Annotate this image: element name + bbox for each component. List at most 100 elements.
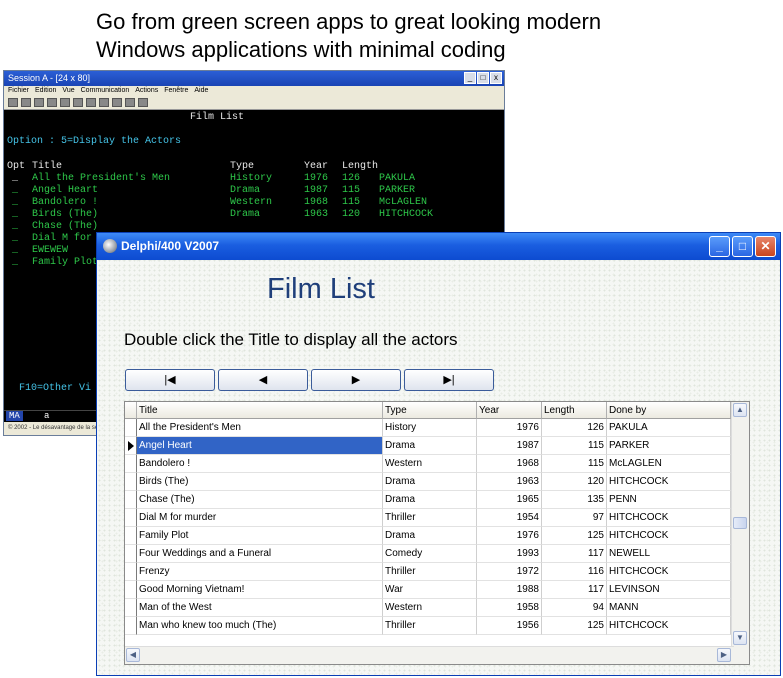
emulator-maximize-button[interactable]: □ (477, 72, 489, 84)
row-indicator[interactable] (125, 509, 137, 527)
cell-year[interactable]: 1987 (477, 437, 542, 455)
cell-title[interactable]: Dial M for murder (137, 509, 383, 527)
table-row[interactable]: Birds (The) Drama 1963 120 HITCHCOCK (125, 473, 731, 491)
row-indicator[interactable] (125, 563, 137, 581)
receive-icon[interactable] (60, 98, 70, 107)
cell-title[interactable]: Good Morning Vietnam! (137, 581, 383, 599)
table-row[interactable]: Chase (The) Drama 1965 135 PENN (125, 491, 731, 509)
film-grid[interactable]: Title Type Year Length Done by All the P… (124, 401, 750, 665)
cell-done-by[interactable]: PARKER (607, 437, 731, 455)
table-row[interactable]: Good Morning Vietnam! War 1988 117 LEVINSON (125, 581, 731, 599)
cell-title[interactable]: Birds (The) (137, 473, 383, 491)
opt-field[interactable]: _ (12, 185, 18, 196)
table-row[interactable]: All the President's Men History 1976 126 PAK… (125, 419, 731, 437)
row-indicator[interactable] (125, 491, 137, 509)
cell-length[interactable]: 126 (542, 419, 607, 437)
cell-length[interactable]: 120 (542, 473, 607, 491)
table-row[interactable]: Dial M for murder Thriller 1954 97 HITCHCOCK (125, 509, 731, 527)
display-icon[interactable] (73, 98, 83, 107)
cell-type[interactable]: Thriller (383, 509, 477, 527)
cell-year[interactable]: 1956 (477, 617, 542, 635)
macro-icon[interactable] (99, 98, 109, 107)
cell-title[interactable]: Family Plot (137, 527, 383, 545)
menu-vue[interactable]: Vue (62, 86, 74, 96)
cell-type[interactable]: Drama (383, 437, 477, 455)
cell-title[interactable]: Man who knew too much (The) (137, 617, 383, 635)
column-header-length[interactable]: Length (542, 402, 607, 419)
cell-type[interactable]: Drama (383, 491, 477, 509)
table-row[interactable]: Bandolero ! Western 1968 115 McLAGLEN (125, 455, 731, 473)
minimize-button[interactable]: _ (709, 236, 730, 257)
opt-field[interactable]: _ (12, 197, 18, 208)
play-icon[interactable] (112, 98, 122, 107)
stop-icon[interactable] (125, 98, 135, 107)
opt-field[interactable]: _ (12, 233, 18, 244)
cell-type[interactable]: Western (383, 455, 477, 473)
scroll-thumb[interactable] (733, 517, 747, 529)
cell-title[interactable]: Bandolero ! (137, 455, 383, 473)
cell-done-by[interactable]: HITCHCOCK (607, 527, 731, 545)
opt-field[interactable]: _ (12, 245, 18, 256)
opt-field[interactable]: _ (12, 209, 18, 220)
column-header-title[interactable]: Title (137, 402, 383, 419)
first-record-button[interactable]: |◀ (125, 369, 215, 391)
table-row[interactable]: Family Plot Drama 1976 125 HITCHCOCK (125, 527, 731, 545)
table-row[interactable]: Man who knew too much (The) Thriller 1956 1… (125, 617, 731, 635)
send-icon[interactable] (47, 98, 57, 107)
cell-done-by[interactable]: MANN (607, 599, 731, 617)
row-indicator[interactable] (125, 437, 137, 455)
row-indicator[interactable] (125, 455, 137, 473)
cell-year[interactable]: 1972 (477, 563, 542, 581)
scroll-left-icon[interactable]: ◀ (126, 648, 140, 662)
row-indicator[interactable] (125, 599, 137, 617)
cell-type[interactable]: Drama (383, 473, 477, 491)
horizontal-scrollbar[interactable]: ◀ ▶ (125, 646, 734, 664)
scroll-down-icon[interactable]: ▼ (733, 631, 747, 645)
paste-icon[interactable] (34, 98, 44, 107)
table-row[interactable]: Angel Heart Drama 1987 115 PARKER (125, 437, 731, 455)
cell-year[interactable]: 1993 (477, 545, 542, 563)
cell-type[interactable]: History (383, 419, 477, 437)
close-button[interactable]: ✕ (755, 236, 776, 257)
cell-length[interactable]: 117 (542, 545, 607, 563)
cell-type[interactable]: Comedy (383, 545, 477, 563)
cell-done-by[interactable]: PENN (607, 491, 731, 509)
column-header-done-by[interactable]: Done by (607, 402, 731, 419)
cell-year[interactable]: 1965 (477, 491, 542, 509)
cell-done-by[interactable]: NEWELL (607, 545, 731, 563)
cell-length[interactable]: 115 (542, 437, 607, 455)
menu-aide[interactable]: Aide (194, 86, 208, 96)
opt-field[interactable]: _ (12, 221, 18, 232)
cell-type[interactable]: War (383, 581, 477, 599)
emulator-minimize-button[interactable]: _ (464, 72, 476, 84)
row-indicator[interactable] (125, 617, 137, 635)
cell-done-by[interactable]: HITCHCOCK (607, 617, 731, 635)
cell-length[interactable]: 135 (542, 491, 607, 509)
cell-title[interactable]: Four Weddings and a Funeral (137, 545, 383, 563)
row-indicator[interactable] (125, 527, 137, 545)
cell-year[interactable]: 1963 (477, 473, 542, 491)
table-row[interactable]: Frenzy Thriller 1972 116 HITCHCOCK (125, 563, 731, 581)
cell-year[interactable]: 1958 (477, 599, 542, 617)
cell-done-by[interactable]: PAKULA (607, 419, 731, 437)
next-record-button[interactable]: ▶ (311, 369, 401, 391)
cell-done-by[interactable]: HITCHCOCK (607, 473, 731, 491)
copy-icon[interactable] (21, 98, 31, 107)
menu-fenetre[interactable]: Fenêtre (164, 86, 188, 96)
cell-length[interactable]: 97 (542, 509, 607, 527)
row-indicator[interactable] (125, 473, 137, 491)
cell-length[interactable]: 115 (542, 455, 607, 473)
cell-title[interactable]: Angel Heart (137, 437, 383, 455)
row-indicator[interactable] (125, 581, 137, 599)
cell-type[interactable]: Thriller (383, 563, 477, 581)
cell-year[interactable]: 1954 (477, 509, 542, 527)
cell-length[interactable]: 94 (542, 599, 607, 617)
scroll-up-icon[interactable]: ▲ (733, 403, 747, 417)
last-record-button[interactable]: ▶| (404, 369, 494, 391)
table-row[interactable]: Four Weddings and a Funeral Comedy 1993 117… (125, 545, 731, 563)
table-row[interactable]: Man of the West Western 1958 94 MANN (125, 599, 731, 617)
menu-fichier[interactable]: Fichier (8, 86, 29, 96)
cell-title[interactable]: All the President's Men (137, 419, 383, 437)
maximize-button[interactable]: □ (732, 236, 753, 257)
cell-year[interactable]: 1988 (477, 581, 542, 599)
